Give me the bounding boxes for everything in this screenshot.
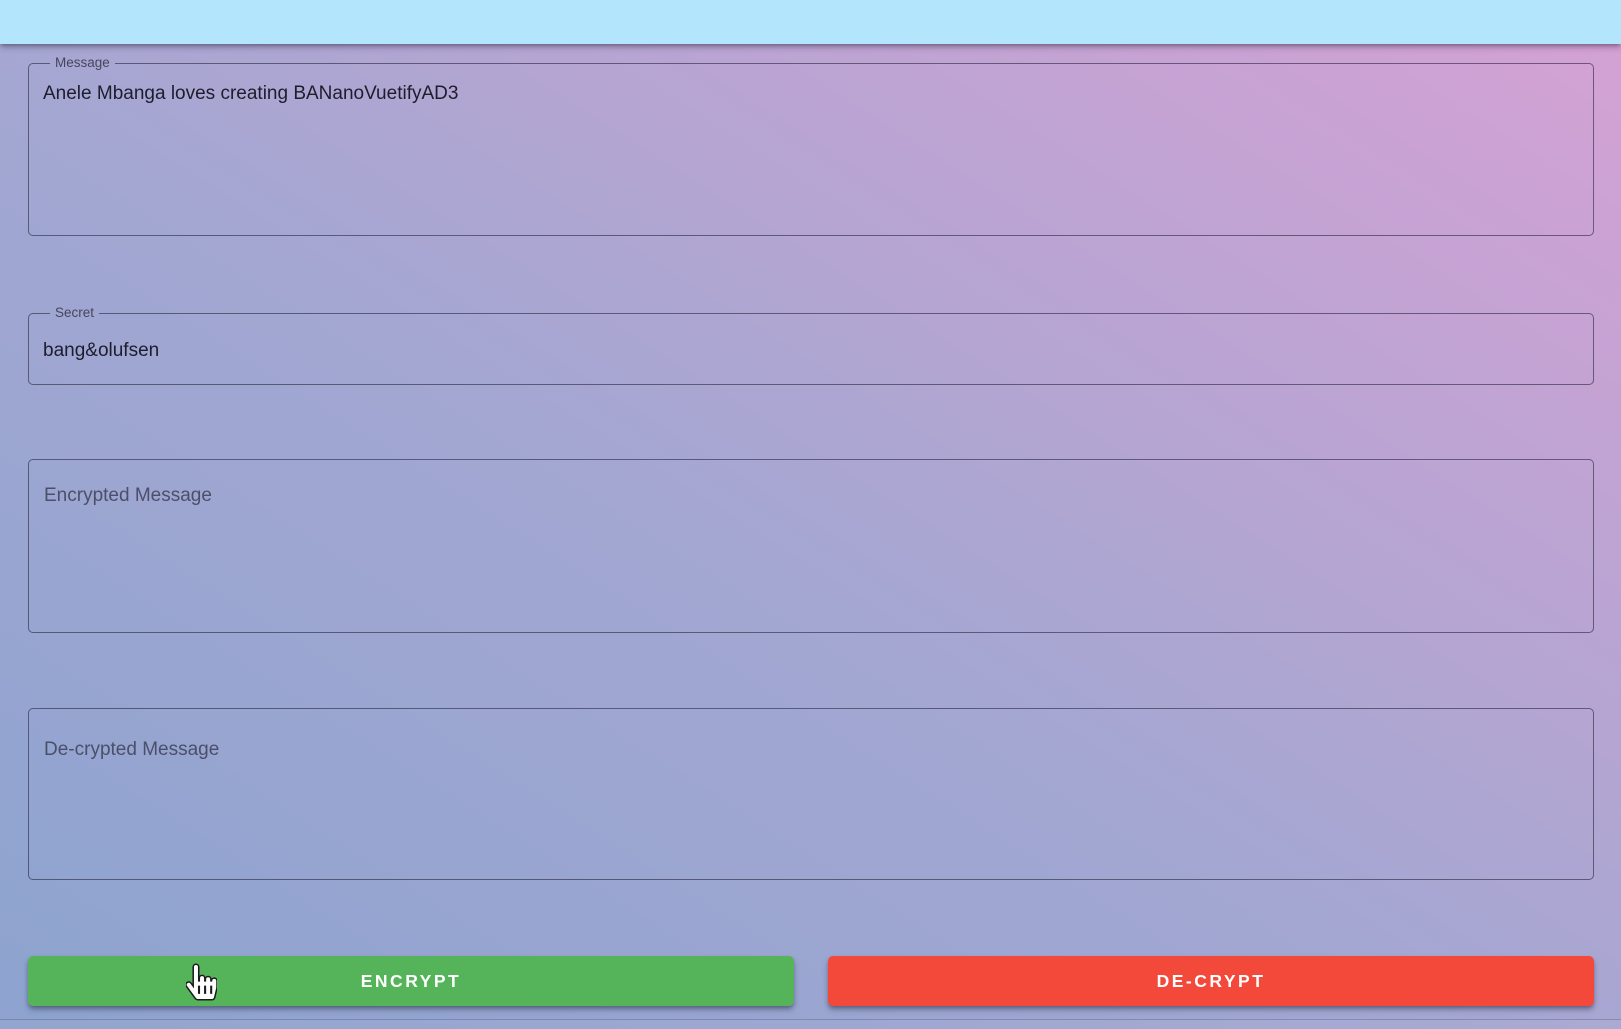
decrypt-button[interactable]: DE-CRYPT [828,956,1594,1006]
encrypted-message-field [28,459,1594,633]
bottom-divider [0,1019,1621,1029]
decrypted-message-field [28,708,1594,880]
encrypt-button[interactable]: ENCRYPT [28,956,794,1006]
message-input[interactable]: Anele Mbanga loves creating BANanoVuetif… [43,71,1579,223]
secret-input[interactable] [43,321,1579,373]
app-page: Message Anele Mbanga loves creating BANa… [0,0,1621,1029]
app-bar [0,0,1621,44]
secret-field: Secret [28,305,1594,385]
message-field-label: Message [55,55,110,70]
message-field: Message Anele Mbanga loves creating BANa… [28,55,1594,236]
secret-field-label: Secret [55,305,95,320]
form-container: Message Anele Mbanga loves creating BANa… [28,0,1594,1029]
encrypted-message-input[interactable] [29,460,1593,632]
decrypted-message-input[interactable] [29,709,1593,879]
